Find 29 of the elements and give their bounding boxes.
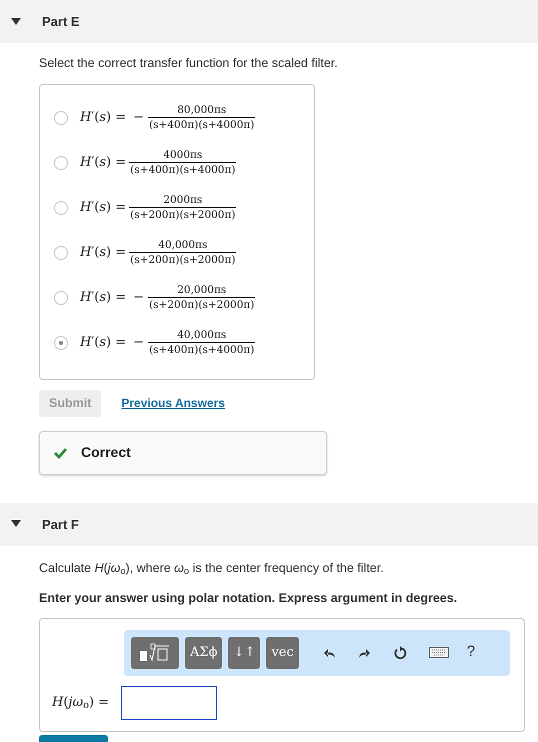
- answer-label: H(jω$_{o}$) =: [52, 694, 110, 712]
- radio-button[interactable]: [54, 156, 68, 170]
- toolbar-button[interactable]: ΑΣϕ: [185, 636, 222, 668]
- radio-button[interactable]: [54, 336, 68, 350]
- instruction-text: Enter your answer using polar notation. Express argument in degrees.: [39, 590, 458, 607]
- radio-button[interactable]: [54, 200, 68, 215]
- question-prompt: Calculate H(jω$_{o}$), where ω$_{o}$ is the center frequency of the filter.: [39, 560, 385, 577]
- radio-button[interactable]: [54, 110, 68, 125]
- toolbar-button[interactable]: vec: [266, 636, 299, 668]
- checkmark-icon: [54, 446, 67, 459]
- help-button[interactable]: ?: [466, 641, 476, 664]
- collapse-caret-icon: [11, 519, 21, 530]
- question-prompt: Select the correct transfer function for the scaled filter.: [39, 55, 339, 72]
- part-header[interactable]: Part E: [0, 0, 538, 43]
- part-title: Part E: [42, 12, 80, 31]
- root-template-icon: [139, 643, 171, 662]
- keyboard-icon[interactable]: [428, 647, 449, 658]
- collapse-caret-icon: [11, 16, 21, 26]
- redo-icon[interactable]: [358, 646, 371, 659]
- previous-answers-link[interactable]: Previous Answers: [121, 394, 225, 412]
- radio-button[interactable]: [54, 246, 68, 260]
- answer-input-field[interactable]: [121, 686, 218, 720]
- reset-icon[interactable]: [392, 646, 407, 660]
- radio-button[interactable]: [54, 290, 68, 305]
- toolbar-button[interactable]: ↓↑: [228, 636, 260, 668]
- part-title: Part F: [42, 516, 79, 534]
- template-button[interactable]: [131, 636, 179, 668]
- feedback-text: Correct: [81, 443, 131, 462]
- part-header[interactable]: Part F: [0, 502, 538, 546]
